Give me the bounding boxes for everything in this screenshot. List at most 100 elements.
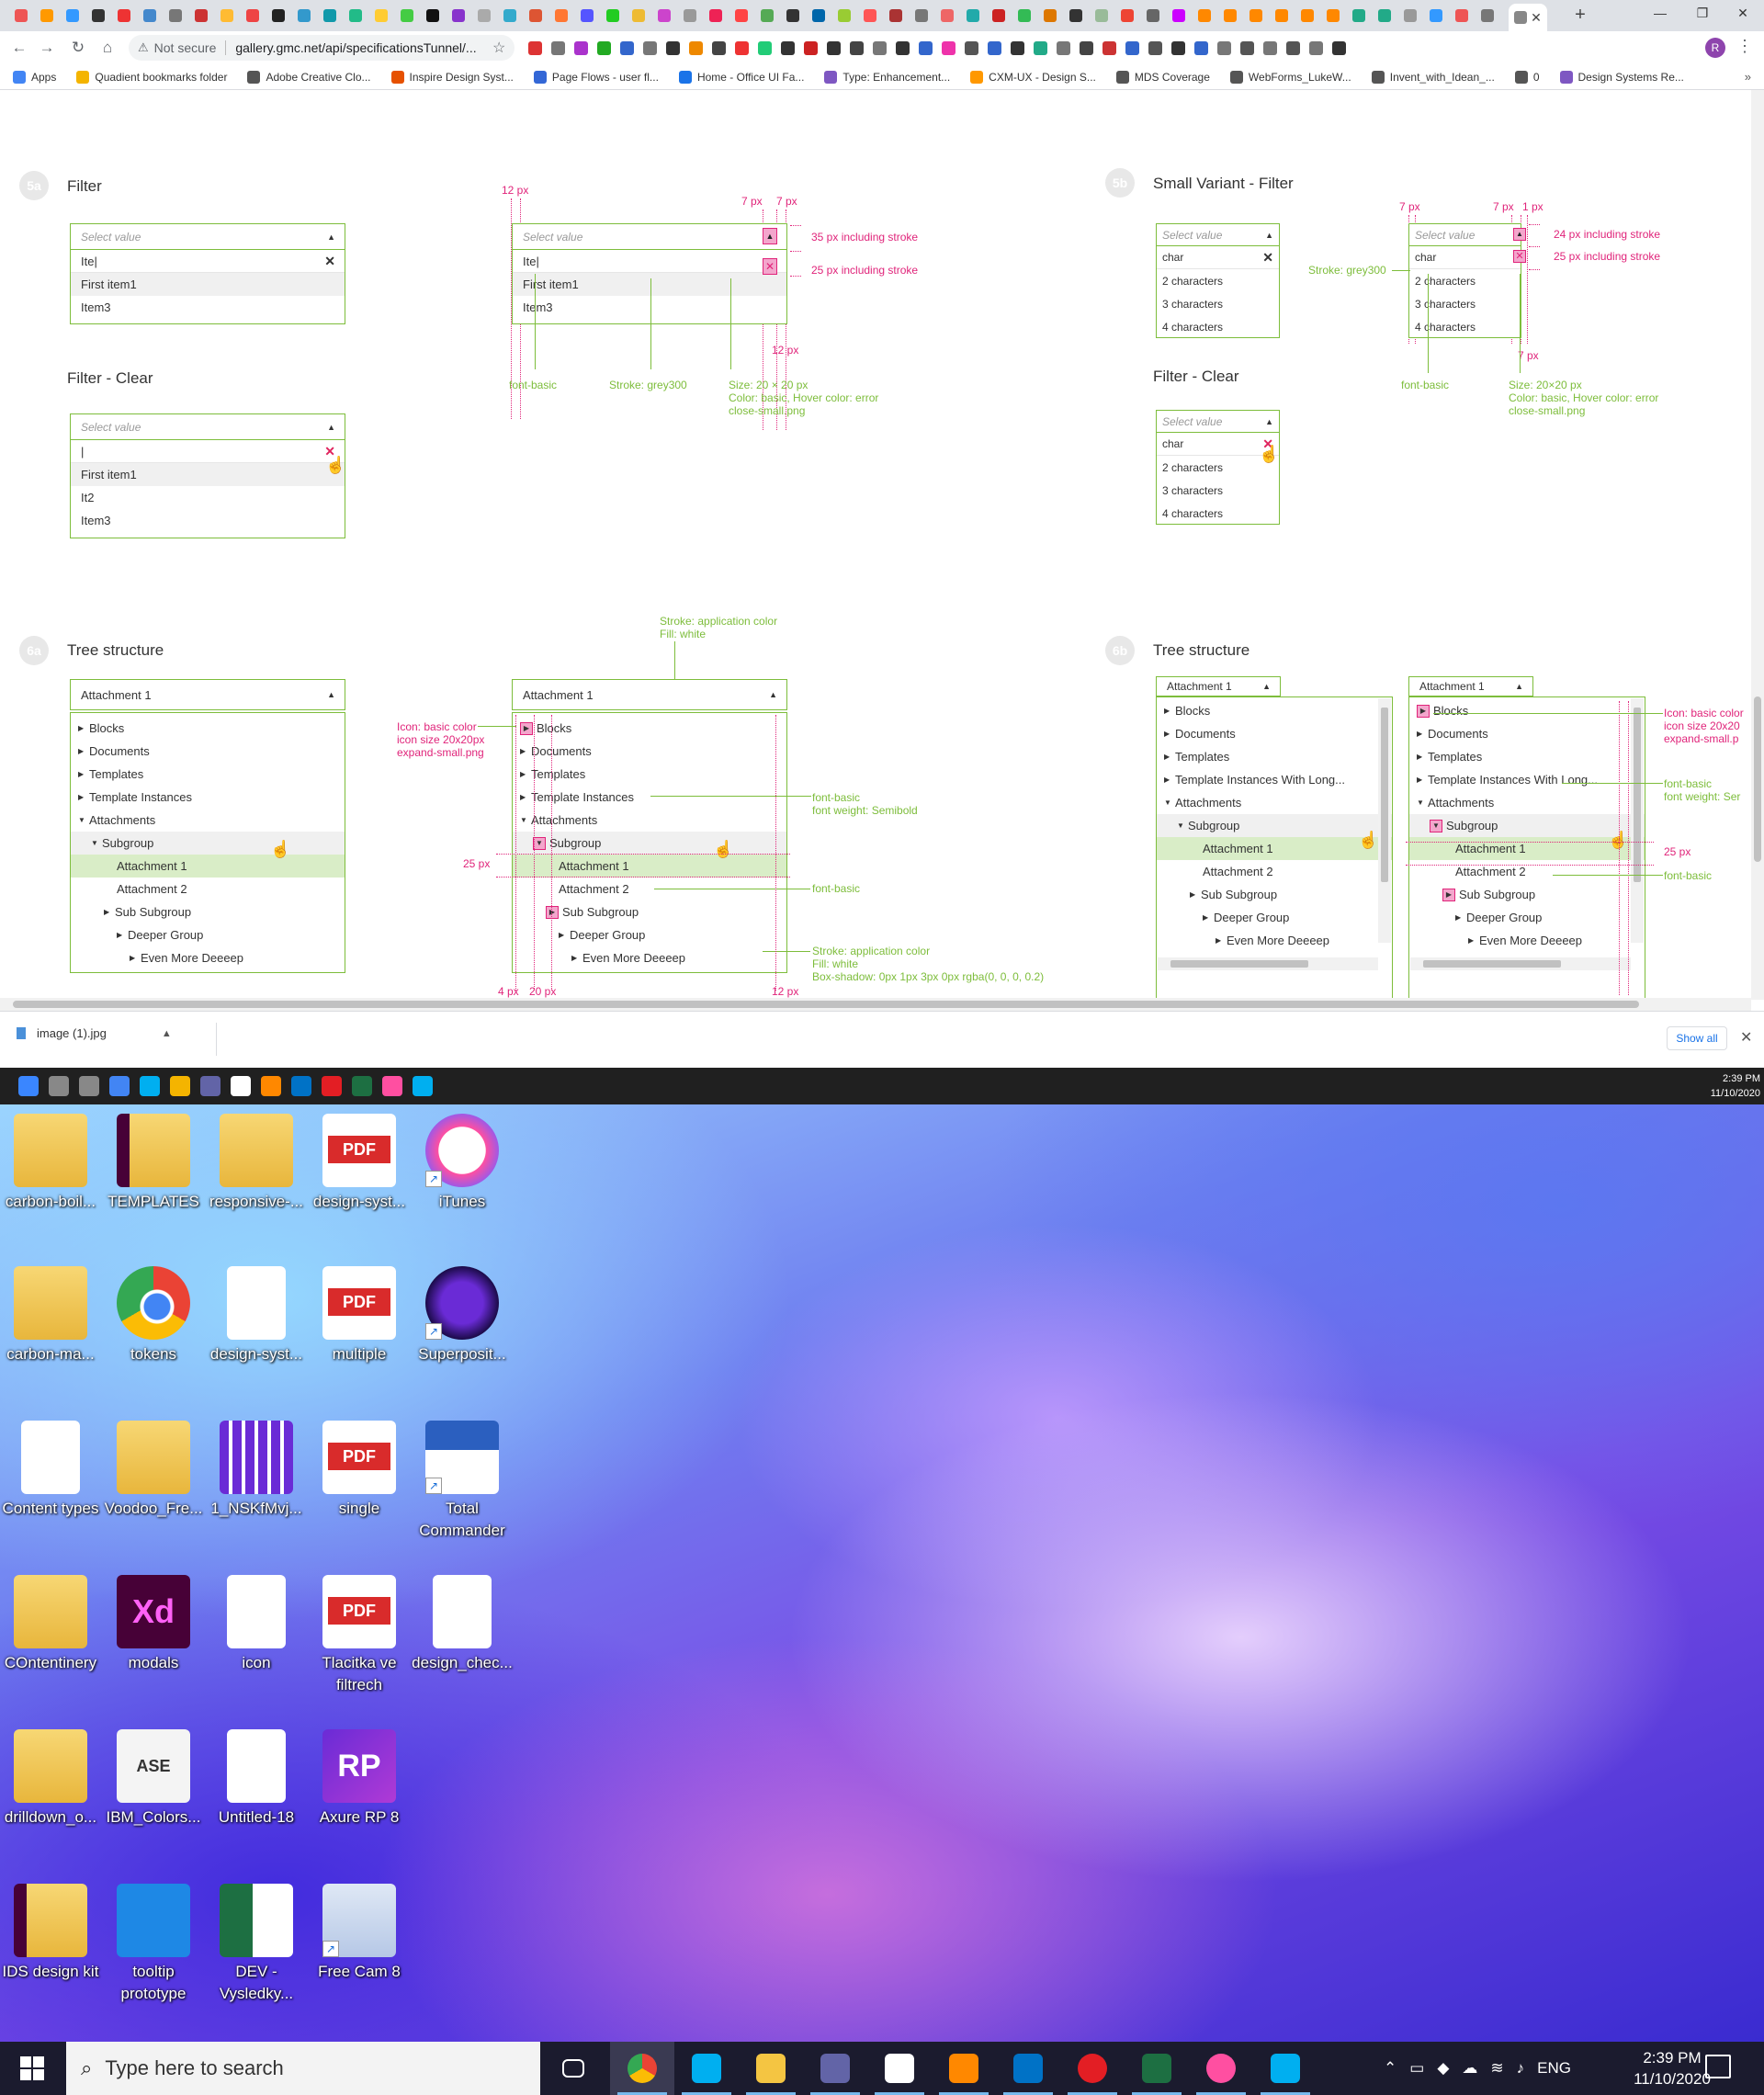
browser-tab[interactable] — [575, 6, 599, 26]
desktop-icon[interactable]: PDF single — [309, 1421, 410, 1520]
window-minimize-button[interactable]: — — [1639, 0, 1681, 28]
taskbar-app[interactable] — [674, 2042, 739, 2095]
remote-taskbar-app-icon[interactable] — [109, 1076, 130, 1096]
forward-arrow-icon[interactable]: → — [35, 37, 59, 59]
extension-icon[interactable] — [919, 41, 933, 55]
list-item[interactable]: 3 characters — [1157, 479, 1279, 502]
browser-tab[interactable] — [369, 6, 393, 26]
desktop-icon[interactable]: design_chec... — [412, 1575, 513, 1674]
desktop-icon[interactable]: Content types — [0, 1421, 101, 1520]
extension-icon[interactable] — [804, 41, 818, 55]
browser-tab[interactable] — [1244, 6, 1268, 26]
desktop-icon[interactable]: PDF Tlacitka ve filtrech — [309, 1575, 410, 1696]
expand-icon[interactable]: ▶ — [78, 793, 89, 801]
expand-icon[interactable]: ▶ — [104, 908, 115, 916]
browser-tab[interactable] — [652, 6, 676, 26]
browser-tab[interactable] — [1193, 6, 1216, 26]
collapse-icon[interactable]: ▼ — [1177, 821, 1188, 830]
reload-icon[interactable]: ↻ — [66, 37, 90, 59]
browser-tab[interactable] — [729, 6, 753, 26]
desktop-icon[interactable]: carbon-boil... — [0, 1114, 101, 1213]
list-item[interactable]: It2 — [71, 486, 345, 509]
filter-clear-dropdown[interactable]: Select value ▲ | ✕ First item1 It2 Item3 — [70, 413, 345, 538]
desktop-icon[interactable]: drilldown_o... — [0, 1729, 101, 1829]
list-item[interactable]: First item1 — [71, 273, 345, 296]
tree-item[interactable]: ▶ Deeper Group — [1157, 906, 1392, 929]
desktop-icon[interactable]: ASE IBM_Colors... — [103, 1729, 204, 1829]
desktop-icon[interactable]: tokens — [103, 1266, 204, 1365]
extension-icon[interactable] — [965, 41, 978, 55]
expand-icon[interactable]: ▶ — [1190, 890, 1201, 899]
battery-icon[interactable]: ▭ — [1409, 2059, 1424, 2078]
desktop-icon[interactable]: tooltip prototype — [103, 1884, 204, 2005]
home-icon[interactable]: ⌂ — [96, 37, 119, 59]
remote-taskbar-app-icon[interactable] — [79, 1076, 99, 1096]
bookmark-item[interactable]: Type: Enhancement... — [824, 70, 950, 84]
bookmarks-overflow-icon[interactable]: » — [1745, 70, 1751, 84]
extension-icon[interactable] — [528, 41, 542, 55]
language-indicator[interactable]: ENG — [1537, 2059, 1571, 2078]
extension-icon[interactable] — [574, 41, 588, 55]
browser-tab[interactable] — [189, 6, 213, 26]
browser-tab[interactable] — [472, 6, 496, 26]
tree-item[interactable]: ▶ Templates — [1157, 745, 1392, 768]
browser-tab[interactable] — [704, 6, 728, 26]
remote-taskbar-app-icon[interactable] — [18, 1076, 39, 1096]
browser-tab[interactable] — [1270, 6, 1294, 26]
browser-tab[interactable] — [1167, 6, 1191, 26]
expand-icon[interactable]: ▶ — [117, 931, 128, 939]
scrollbar-thumb[interactable] — [1381, 708, 1388, 882]
extension-icon[interactable] — [1309, 41, 1323, 55]
caret-up-icon[interactable]: ▲ — [1265, 417, 1273, 426]
taskbar-app[interactable] — [1253, 2042, 1317, 2095]
desktop-icon[interactable]: ↗ Superposit... — [412, 1266, 513, 1365]
wifi-icon[interactable]: ≋ — [1490, 2059, 1503, 2078]
taskbar-app[interactable] — [1060, 2042, 1125, 2095]
small-filter-dropdown[interactable]: Select value ▲ char ✕ 2 characters 3 cha… — [1156, 223, 1280, 338]
browser-tab[interactable] — [1115, 6, 1139, 26]
extension-icon[interactable] — [781, 41, 795, 55]
collapse-icon[interactable]: ▼ — [1164, 798, 1175, 807]
extension-icon[interactable] — [1102, 41, 1116, 55]
browser-tab[interactable] — [1064, 6, 1088, 26]
filter-header[interactable]: Select value ▲ — [71, 414, 345, 440]
desktop-icon[interactable]: responsive-... — [206, 1114, 307, 1213]
caret-up-icon[interactable]: ▲ — [327, 690, 335, 699]
browser-tab[interactable] — [215, 6, 239, 26]
expand-icon[interactable]: ▶ — [1203, 913, 1214, 922]
filter-header[interactable]: Select value ▲ — [1157, 224, 1279, 246]
extension-icon[interactable] — [620, 41, 634, 55]
browser-tab[interactable] — [112, 6, 136, 26]
remote-taskbar-app-icon[interactable] — [49, 1076, 69, 1096]
list-item[interactable]: 4 characters — [1157, 502, 1279, 525]
desktop-icon[interactable]: PDF design-syst... — [309, 1114, 410, 1213]
expand-icon[interactable]: ▶ — [1164, 753, 1175, 761]
extension-icon[interactable] — [1240, 41, 1254, 55]
filter-search-input[interactable]: | ✕ — [71, 440, 345, 463]
browser-tab[interactable] — [524, 6, 548, 26]
caret-up-icon[interactable]: ▲ — [1265, 231, 1273, 240]
tree-item[interactable]: ▶ Documents — [71, 740, 345, 763]
taskbar-clock[interactable]: 2:39 PM 11/10/2020 — [1626, 2047, 1718, 2089]
desktop-icon[interactable]: IDS design kit — [0, 1884, 101, 1983]
remote-taskbar-app-icon[interactable] — [170, 1076, 190, 1096]
browser-tab[interactable] — [395, 6, 419, 26]
browser-tab[interactable] — [1450, 6, 1474, 26]
filter-search-input[interactable]: Ite| ✕ — [71, 250, 345, 273]
bookmark-item[interactable]: Quadient bookmarks folder — [76, 70, 227, 84]
browser-tab[interactable] — [61, 6, 85, 26]
tree-item[interactable]: Attachment 2 — [71, 878, 345, 900]
browser-tab[interactable] — [1012, 6, 1036, 26]
tree-item[interactable]: ▼ Attachments — [71, 809, 345, 832]
filter-dropdown[interactable]: Select value ▲ Ite| ✕ First item1 Item3 — [70, 223, 345, 324]
browser-tab[interactable] — [678, 6, 702, 26]
extension-icon[interactable] — [850, 41, 864, 55]
tree-item[interactable]: ▶ Deeper Group — [71, 923, 345, 946]
collapse-icon[interactable]: ▼ — [91, 839, 102, 847]
browser-tab[interactable] — [1321, 6, 1345, 26]
desktop-icon[interactable]: TEMPLATES — [103, 1114, 204, 1213]
window-maximize-button[interactable]: ❐ — [1681, 0, 1724, 28]
extension-icon[interactable] — [1286, 41, 1300, 55]
list-item[interactable]: First item1 — [71, 463, 345, 486]
browser-tab[interactable] — [292, 6, 316, 26]
